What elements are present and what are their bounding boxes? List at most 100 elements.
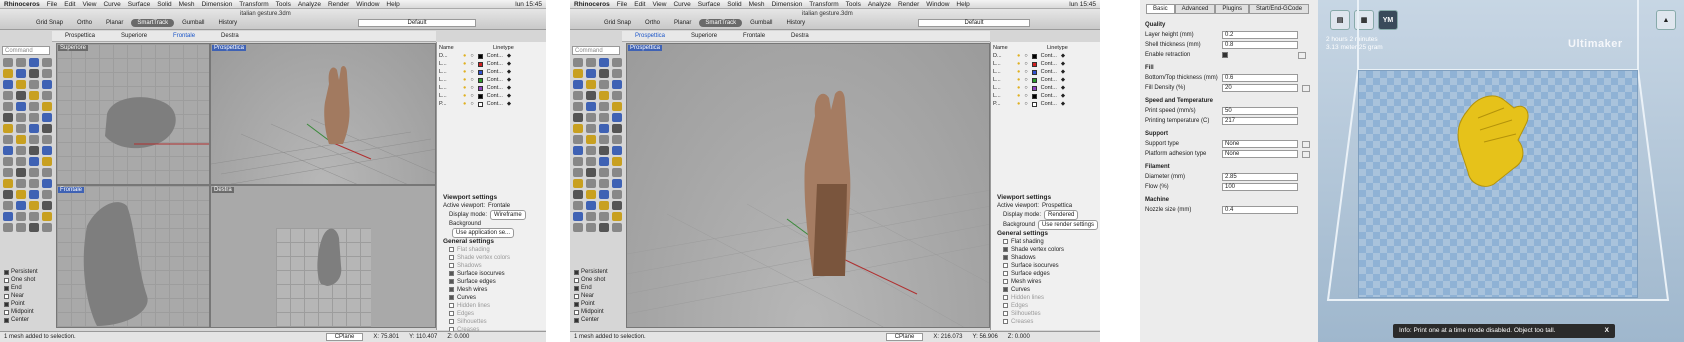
checkbox-icon[interactable] (1003, 246, 1008, 252)
print-color-icon[interactable]: ◆ (507, 68, 511, 76)
option-row[interactable]: Surface isocurves (997, 262, 1098, 270)
lock-icon[interactable]: ○ (1024, 100, 1027, 108)
tool-icon[interactable] (42, 58, 52, 67)
tool-icon[interactable] (42, 146, 52, 155)
menu-view[interactable]: View (82, 1, 96, 8)
tool-icon[interactable] (42, 124, 52, 133)
viewport-prospettica[interactable]: Prospettica (626, 43, 990, 328)
tool-icon[interactable] (16, 146, 26, 155)
mode-history[interactable]: History (213, 19, 244, 27)
layer-color-swatch[interactable] (1031, 85, 1037, 91)
menu-solid[interactable]: Solid (157, 1, 171, 8)
menu-file[interactable]: File (47, 1, 57, 8)
tool-icon[interactable] (42, 135, 52, 144)
current-layer-select[interactable]: Default (918, 19, 1030, 27)
option-row[interactable]: Shadows (997, 254, 1098, 262)
tool-icon[interactable] (3, 80, 13, 89)
tool-icon[interactable] (29, 212, 39, 221)
tool-icon[interactable] (16, 102, 26, 111)
tool-icon[interactable] (599, 102, 609, 111)
display-mode-select[interactable]: Rendered (1044, 210, 1079, 220)
tool-icon[interactable] (599, 58, 609, 67)
tool-icon[interactable] (3, 124, 13, 133)
option-row[interactable]: Surface isocurves (443, 270, 546, 278)
tool-icon[interactable] (612, 135, 622, 144)
tool-icon[interactable] (42, 91, 52, 100)
mode-planar[interactable]: Planar (668, 19, 697, 27)
mode-ortho[interactable]: Ortho (639, 19, 666, 27)
print-color-icon[interactable]: ◆ (507, 76, 511, 84)
tool-icon[interactable] (612, 201, 622, 210)
osnap-row[interactable]: Near (4, 292, 38, 300)
lock-icon[interactable]: ○ (470, 84, 473, 92)
tool-icon[interactable] (3, 69, 13, 78)
background-select[interactable]: Use render settings (1038, 220, 1099, 230)
lightbulb-icon[interactable]: ● (1017, 100, 1020, 108)
viewport-frontale[interactable]: Frontale (56, 185, 210, 328)
tool-icon[interactable] (573, 113, 583, 122)
tool-icon[interactable] (586, 69, 596, 78)
osnap-row[interactable]: End (574, 284, 608, 292)
tool-icon[interactable] (29, 69, 39, 78)
layer-color-swatch[interactable] (477, 69, 483, 75)
setting-value[interactable]: 20 (1222, 84, 1298, 92)
tab-advanced[interactable]: Advanced (1174, 4, 1216, 14)
lock-icon[interactable]: ○ (1024, 68, 1027, 76)
tool-icon[interactable] (16, 179, 26, 188)
checkbox-icon[interactable] (4, 277, 9, 283)
print-color-icon[interactable]: ◆ (507, 60, 511, 68)
setting-value[interactable]: 0.2 (1222, 31, 1298, 39)
tool-icon[interactable] (573, 69, 583, 78)
lock-icon[interactable]: ○ (470, 76, 473, 84)
osnap-row[interactable]: Near (574, 292, 608, 300)
print-color-icon[interactable]: ◆ (1061, 92, 1065, 100)
menu-solid[interactable]: Solid (727, 1, 741, 8)
setting-value[interactable]: 100 (1222, 183, 1298, 191)
layer-row[interactable]: P... ● ○ Cont... ◆ (993, 100, 1098, 108)
tool-icon[interactable] (599, 91, 609, 100)
tool-icon[interactable] (3, 157, 13, 166)
tool-icon[interactable] (586, 168, 596, 177)
tool-icon[interactable] (29, 135, 39, 144)
checkbox-icon[interactable] (574, 269, 579, 275)
checkbox-icon[interactable] (574, 317, 579, 323)
option-row[interactable]: Mesh wires (443, 286, 546, 294)
checkbox-icon[interactable] (4, 269, 9, 275)
print-color-icon[interactable]: ◆ (507, 52, 511, 60)
tool-icon[interactable] (29, 91, 39, 100)
checkbox-icon[interactable] (4, 293, 9, 299)
tool-icon[interactable] (29, 157, 39, 166)
layer-row[interactable]: P... ● ○ Cont... ◆ (439, 100, 544, 108)
tool-icon[interactable] (586, 102, 596, 111)
tab-plugins[interactable]: Plugins (1215, 4, 1250, 14)
tool-icon[interactable] (573, 91, 583, 100)
tab-superiore[interactable]: Superiore (108, 33, 160, 39)
tool-icon[interactable] (42, 157, 52, 166)
tool-icon[interactable] (586, 146, 596, 155)
tool-icon[interactable] (586, 179, 596, 188)
menu-surface[interactable]: Surface (698, 1, 720, 8)
tool-icon[interactable] (612, 113, 622, 122)
setting-value[interactable]: 217 (1222, 117, 1298, 125)
tool-icon[interactable] (16, 124, 26, 133)
option-row[interactable]: Surface edges (443, 278, 546, 286)
tool-icon[interactable] (612, 168, 622, 177)
layer-color-swatch[interactable] (1031, 101, 1037, 107)
tool-icon[interactable] (612, 102, 622, 111)
viewport-superiore[interactable]: Superiore (56, 43, 210, 185)
tool-icon[interactable] (29, 146, 39, 155)
setting-value[interactable]: None (1222, 150, 1298, 158)
tool-icon[interactable] (586, 201, 596, 210)
tool-icon[interactable] (573, 102, 583, 111)
checkbox-icon[interactable] (4, 317, 9, 323)
setting-value[interactable]: 50 (1222, 107, 1298, 115)
menu-file[interactable]: File (617, 1, 627, 8)
menu-analyze[interactable]: Analyze (868, 1, 891, 8)
tool-icon[interactable] (29, 168, 39, 177)
tool-icon[interactable] (573, 58, 583, 67)
tool-icon[interactable] (42, 201, 52, 210)
tool-icon[interactable] (42, 179, 52, 188)
checkbox-icon[interactable] (1003, 238, 1008, 244)
lightbulb-icon[interactable]: ● (1017, 76, 1020, 84)
menu-tools[interactable]: Tools (846, 1, 861, 8)
